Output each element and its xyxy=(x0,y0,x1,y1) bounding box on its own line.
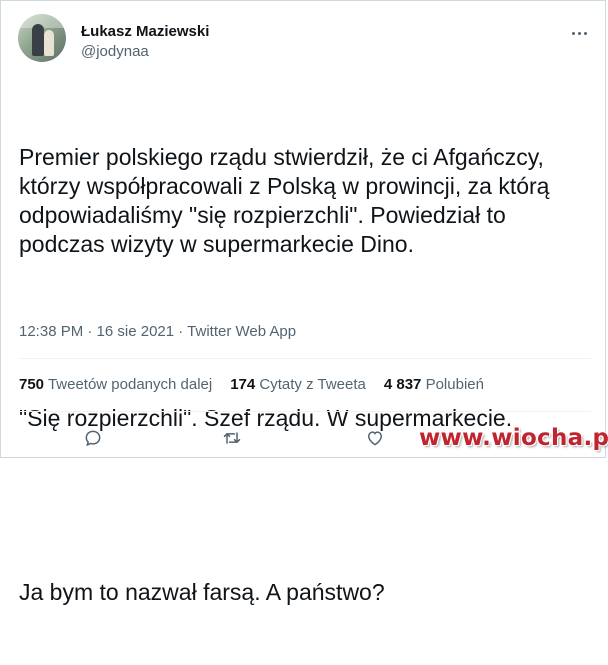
tweet-paragraph: Premier polskiego rządu stwierdził, że c… xyxy=(19,144,556,257)
likes-count: 4 837 xyxy=(383,376,422,393)
author-handle[interactable]: @jodynaa xyxy=(81,43,149,61)
tweet-timestamp[interactable]: 12:38 PM · 16 sie 2021 · Twitter Web App xyxy=(19,323,296,341)
heart-icon[interactable] xyxy=(363,426,387,450)
retweets-label: Tweetów podanych dalej xyxy=(47,376,213,393)
watermark-logo: www.wiocha.pl xyxy=(419,425,608,451)
more-horizontal-icon[interactable] xyxy=(567,23,591,43)
retweet-icon[interactable] xyxy=(220,426,244,450)
quotes-label: Cytaty z Tweeta xyxy=(259,376,366,393)
likes-stat[interactable]: 4 837 Polubień xyxy=(384,376,484,394)
tweet-paragraph: Ja bym to nazwał farsą. A państwo? xyxy=(19,579,385,605)
quotes-count: 174 xyxy=(230,376,256,393)
author-display-name[interactable]: Łukasz Maziewski xyxy=(81,23,209,41)
retweets-stat[interactable]: 750 Tweetów podanych dalej xyxy=(19,376,212,394)
likes-label: Polubień xyxy=(425,376,484,393)
divider xyxy=(19,411,591,412)
avatar[interactable] xyxy=(18,14,66,62)
engagement-stats: 750 Tweetów podanych dalej 174 Cytaty z … xyxy=(19,376,484,394)
reply-bubble-icon[interactable] xyxy=(81,426,105,450)
tweet-card: Łukasz Maziewski @jodynaa Premier polski… xyxy=(0,0,608,605)
tweet-text: Premier polskiego rządu stwierdził, że c… xyxy=(19,85,594,665)
quotes-stat[interactable]: 174 Cytaty z Tweeta xyxy=(230,376,366,394)
retweets-count: 750 xyxy=(19,376,45,393)
divider xyxy=(19,358,591,359)
